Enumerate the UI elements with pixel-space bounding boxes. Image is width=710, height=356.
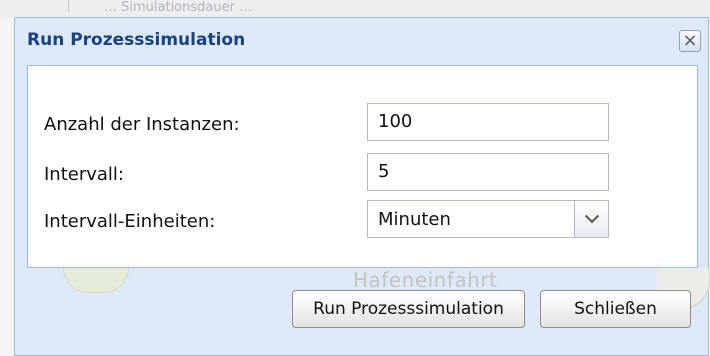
interval-units-label: Intervall-Einheiten: <box>44 211 216 232</box>
dialog-title: Run Prozesssimulation <box>27 30 246 50</box>
background-separator <box>68 0 69 12</box>
close-icon[interactable]: × <box>679 30 701 52</box>
dialog-titlebar[interactable]: Run Prozesssimulation × <box>15 18 708 64</box>
simulation-dialog: Run Prozesssimulation × Anzahl der Insta… <box>14 17 710 356</box>
instances-label: Anzahl der Instanzen: <box>44 114 240 135</box>
background-diagram-shape <box>63 268 129 293</box>
background-partial-text: … Simulationsdauer … <box>104 0 253 15</box>
chevron-down-icon <box>584 209 599 224</box>
interval-input[interactable] <box>367 153 609 191</box>
background-diagram-label: Hafeneinfahrt <box>353 268 498 292</box>
run-simulation-button[interactable]: Run Prozesssimulation <box>292 290 525 328</box>
interval-label: Intervall: <box>44 164 124 185</box>
instances-input[interactable] <box>367 103 609 141</box>
interval-units-select[interactable]: Minuten <box>367 200 609 238</box>
interval-units-value: Minuten <box>378 209 451 230</box>
close-button[interactable]: Schließen <box>540 290 691 328</box>
dropdown-trigger[interactable] <box>574 201 608 237</box>
background-toolbar: … Simulationsdauer … <box>0 0 710 18</box>
form-panel: Anzahl der Instanzen: Intervall: Interva… <box>27 65 698 268</box>
